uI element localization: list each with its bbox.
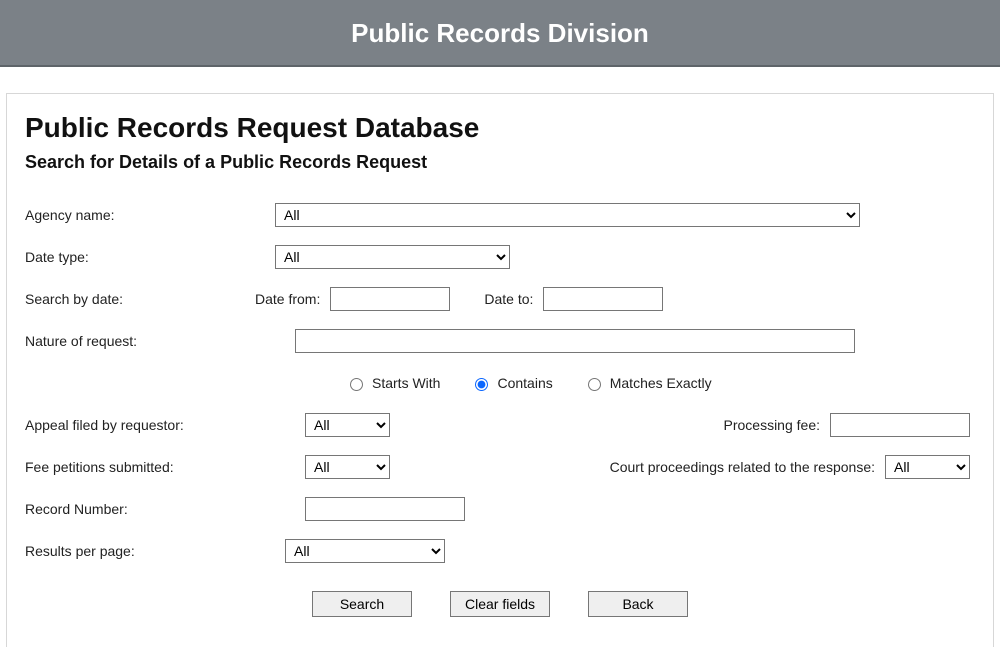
nature-input[interactable] [295, 329, 855, 353]
row-match-mode: Starts With Contains Matches Exactly [25, 369, 975, 397]
banner: Public Records Division [0, 0, 1000, 67]
results-per-page-select[interactable]: All [285, 539, 445, 563]
row-appeal: Appeal filed by requestor: All Processin… [25, 411, 975, 439]
banner-title: Public Records Division [0, 18, 1000, 49]
radio-starts-with-label: Starts With [372, 375, 440, 391]
radio-matches-exactly[interactable]: Matches Exactly [583, 375, 712, 391]
page-subtitle: Search for Details of a Public Records R… [25, 152, 975, 173]
row-agency: Agency name: All [25, 201, 975, 229]
search-button[interactable]: Search [312, 591, 412, 617]
label-appeal: Appeal filed by requestor: [25, 417, 305, 433]
label-processing-fee: Processing fee: [724, 417, 821, 433]
row-date-type: Date type: All [25, 243, 975, 271]
label-agency: Agency name: [25, 207, 275, 223]
row-nature: Nature of request: [25, 327, 975, 355]
page-title: Public Records Request Database [25, 112, 975, 144]
radio-starts-with-input[interactable] [350, 378, 363, 391]
radio-starts-with[interactable]: Starts With [345, 375, 440, 391]
clear-fields-button[interactable]: Clear fields [450, 591, 550, 617]
processing-fee-input[interactable] [830, 413, 970, 437]
row-results-per-page: Results per page: All [25, 537, 975, 565]
radio-contains-label: Contains [497, 375, 552, 391]
row-fee-petitions: Fee petitions submitted: All Court proce… [25, 453, 975, 481]
label-fee-petitions: Fee petitions submitted: [25, 459, 305, 475]
label-results-per-page: Results per page: [25, 543, 285, 559]
label-date-to: Date to: [484, 291, 533, 307]
radio-matches-exactly-label: Matches Exactly [610, 375, 712, 391]
radio-contains[interactable]: Contains [470, 375, 552, 391]
row-search-by-date: Search by date: Date from: Date to: [25, 285, 975, 313]
date-to-input[interactable] [543, 287, 663, 311]
radio-contains-input[interactable] [475, 378, 488, 391]
date-type-select[interactable]: All [275, 245, 510, 269]
label-search-by-date: Search by date: [25, 291, 255, 307]
agency-select[interactable]: All [275, 203, 860, 227]
label-court-proceedings: Court proceedings related to the respons… [610, 459, 875, 475]
date-from-input[interactable] [330, 287, 450, 311]
label-date-from: Date from: [255, 291, 320, 307]
search-card: Public Records Request Database Search f… [6, 93, 994, 647]
spacer [0, 67, 1000, 93]
label-record-number: Record Number: [25, 501, 305, 517]
court-proceedings-select[interactable]: All [885, 455, 970, 479]
row-record-number: Record Number: [25, 495, 975, 523]
radio-matches-exactly-input[interactable] [588, 378, 601, 391]
back-button[interactable]: Back [588, 591, 688, 617]
fee-petitions-select[interactable]: All [305, 455, 390, 479]
appeal-select[interactable]: All [305, 413, 390, 437]
button-row: Search Clear fields Back [25, 591, 975, 617]
label-date-type: Date type: [25, 249, 275, 265]
label-nature: Nature of request: [25, 333, 295, 349]
record-number-input[interactable] [305, 497, 465, 521]
